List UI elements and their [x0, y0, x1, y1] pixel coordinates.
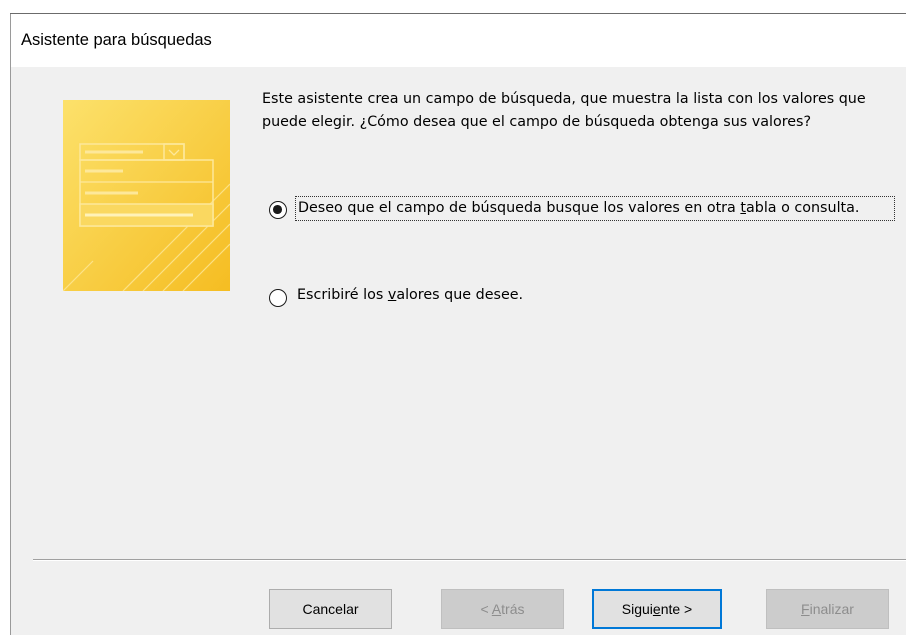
finish-button[interactable]: Finalizar: [766, 589, 889, 629]
button-label: Sigui: [621, 601, 653, 617]
option-table-query-radio[interactable]: [269, 201, 287, 219]
button-accelerator: F: [801, 601, 810, 617]
button-label: trás: [501, 601, 525, 617]
dialog-title: Asistente para búsquedas: [21, 31, 212, 49]
option-label-text: Escribiré los: [297, 287, 388, 303]
next-button[interactable]: Siguiente >: [592, 589, 722, 629]
button-label: inalizar: [809, 601, 854, 617]
option-label-text: alores que desee.: [396, 287, 524, 303]
wizard-description: Este asistente crea un campo de búsqueda…: [262, 91, 866, 130]
option-table-query-label[interactable]: Deseo que el campo de búsqueda busque lo…: [295, 196, 895, 221]
option-label-text: abla o consulta.: [745, 200, 860, 216]
button-accelerator: A: [491, 601, 502, 617]
cancel-button[interactable]: Cancelar: [269, 589, 392, 629]
back-button[interactable]: < Atrás: [441, 589, 564, 629]
option-type-values-label[interactable]: Escribiré los valores que desee.: [297, 284, 523, 306]
option-type-values-radio[interactable]: [269, 289, 287, 307]
button-label: nte >: [660, 601, 693, 617]
button-label: <: [480, 601, 492, 617]
option-label-text: Deseo que el campo de búsqueda busque lo…: [298, 200, 741, 216]
background-strip: [0, 0, 906, 14]
lookup-wizard-dialog: Asistente para búsquedas Este asistente …: [10, 14, 906, 635]
button-accelerator: e: [652, 601, 661, 617]
button-label: Cancelar: [302, 601, 359, 617]
footer-separator-highlight: [33, 560, 906, 561]
title-bar[interactable]: Asistente para búsquedas: [11, 14, 906, 67]
lookup-wizard-illustration-icon: [63, 100, 230, 291]
